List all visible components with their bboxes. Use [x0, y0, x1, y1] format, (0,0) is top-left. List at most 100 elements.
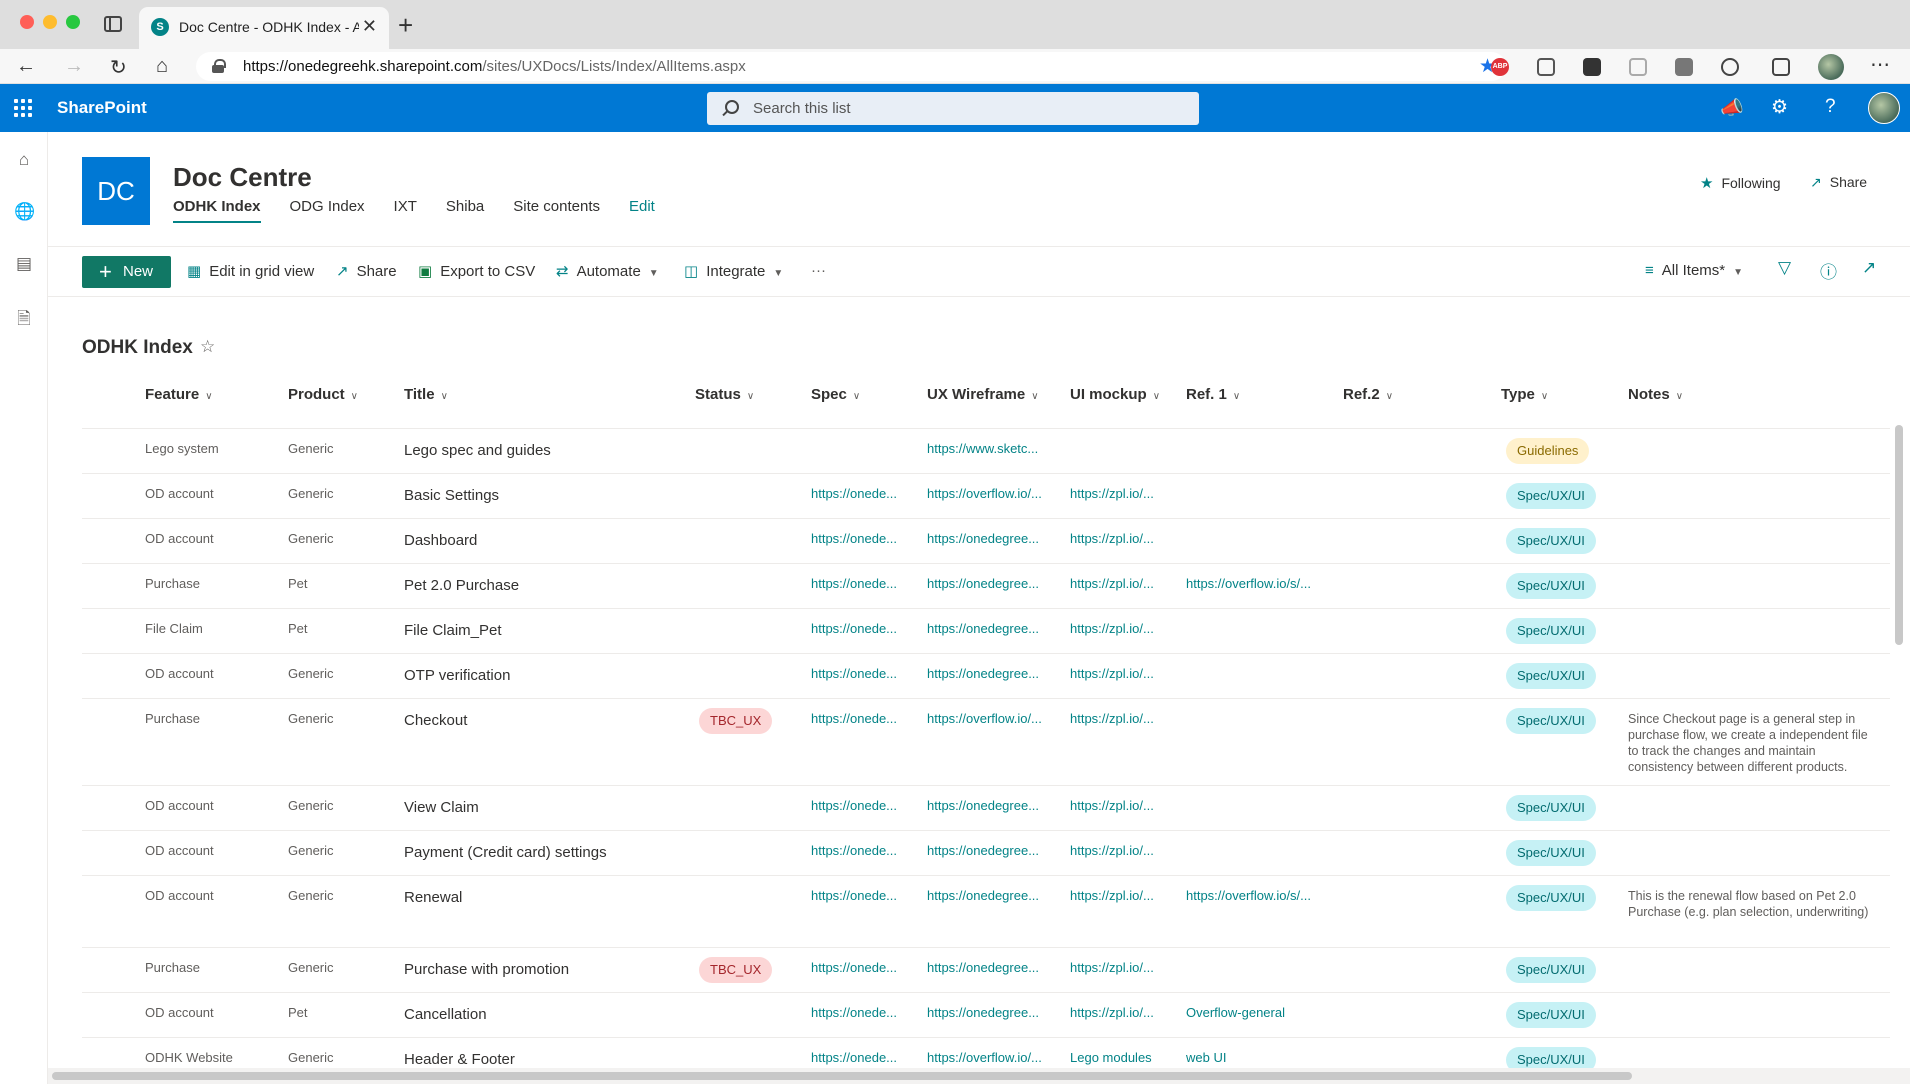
table-row[interactable]: Purchase Pet Pet 2.0 Purchase https://onede…: [82, 564, 1890, 609]
tab-overview-icon[interactable]: [104, 16, 122, 32]
column-header-type[interactable]: Type ∨: [1501, 386, 1548, 428]
cell-ux-link[interactable]: https://onedegree...: [927, 621, 1052, 636]
cell-title[interactable]: Header & Footer: [404, 1051, 684, 1068]
table-row[interactable]: OD account Generic Renewal https://onede...…: [82, 876, 1890, 948]
cell-ui-link[interactable]: https://zpl.io/...: [1070, 666, 1165, 681]
home-icon[interactable]: ⌂: [14, 150, 34, 170]
cell-title[interactable]: Payment (Credit card) settings: [404, 844, 684, 861]
horizontal-scrollbar[interactable]: [52, 1072, 1632, 1080]
user-avatar[interactable]: [1868, 92, 1900, 124]
close-window-button[interactable]: [20, 15, 34, 29]
cell-ui-link[interactable]: https://zpl.io/...: [1070, 531, 1165, 546]
refresh-icon[interactable]: ↻: [110, 55, 127, 80]
cell-spec-link[interactable]: https://onede...: [811, 798, 906, 813]
cell-ref1-link[interactable]: Overflow-general: [1186, 1005, 1326, 1020]
back-arrow-icon[interactable]: ←: [16, 55, 36, 78]
cell-ref1-link[interactable]: https://overflow.io/s/...: [1186, 576, 1326, 591]
cell-ref1-link[interactable]: https://overflow.io/s/...: [1186, 888, 1326, 903]
cell-spec-link[interactable]: https://onede...: [811, 531, 906, 546]
help-icon[interactable]: ?: [1825, 96, 1836, 118]
collections-icon[interactable]: [1772, 58, 1790, 76]
view-selector[interactable]: ≡ All Items* ▼: [1645, 262, 1743, 279]
app-launcher-icon[interactable]: [14, 99, 32, 117]
cell-spec-link[interactable]: https://onede...: [811, 1050, 906, 1065]
integrate-button[interactable]: ◫ Integrate ▼: [684, 262, 783, 280]
address-bar[interactable]: https://onedegreehk.sharepoint.com/sites…: [196, 52, 1506, 81]
column-header-spec[interactable]: Spec ∨: [811, 386, 860, 428]
table-row[interactable]: Purchase Generic Checkout TBC_UX https://one…: [82, 699, 1890, 786]
cell-ux-link[interactable]: https://overflow.io/...: [927, 1050, 1052, 1065]
share-command-button[interactable]: ↗ Share: [336, 262, 397, 280]
table-row[interactable]: OD account Generic OTP verification https:/…: [82, 654, 1890, 699]
cell-spec-link[interactable]: https://onede...: [811, 621, 906, 636]
cell-spec-link[interactable]: https://onede...: [811, 711, 906, 726]
table-row[interactable]: File Claim Pet File Claim_Pet https://onede…: [82, 609, 1890, 654]
cell-ui-link[interactable]: https://zpl.io/...: [1070, 711, 1165, 726]
cell-spec-link[interactable]: https://onede...: [811, 1005, 906, 1020]
cell-ui-link[interactable]: https://zpl.io/...: [1070, 1005, 1165, 1020]
favorite-star-icon[interactable]: ☆: [200, 337, 215, 357]
following-button[interactable]: ★ Following: [1700, 174, 1781, 192]
url-text[interactable]: https://onedegreehk.sharepoint.com/sites…: [243, 58, 746, 75]
cell-ux-link[interactable]: https://onedegree...: [927, 576, 1052, 591]
cell-title[interactable]: File Claim_Pet: [404, 622, 684, 639]
home-icon[interactable]: ⌂: [156, 55, 168, 78]
puzzle-extensions-icon[interactable]: [1721, 58, 1739, 76]
export-csv-button[interactable]: ▣ Export to CSV: [418, 262, 535, 280]
column-header-title[interactable]: Title ∨: [404, 386, 448, 428]
vertical-scrollbar[interactable]: [1895, 425, 1903, 645]
cell-ui-link[interactable]: Lego modules: [1070, 1050, 1165, 1065]
cell-ux-link[interactable]: https://overflow.io/...: [927, 486, 1052, 501]
column-header-ux-wireframe[interactable]: UX Wireframe ∨: [927, 386, 1039, 428]
cell-ux-link[interactable]: https://onedegree...: [927, 888, 1052, 903]
cell-title[interactable]: Renewal: [404, 889, 684, 906]
cell-spec-link[interactable]: https://onede...: [811, 888, 906, 903]
cell-spec-link[interactable]: https://onede...: [811, 486, 906, 501]
expand-icon[interactable]: ↗: [1862, 258, 1876, 278]
nav-odg-index[interactable]: ODG Index: [290, 198, 365, 223]
cell-ui-link[interactable]: https://zpl.io/...: [1070, 576, 1165, 591]
cell-spec-link[interactable]: https://onede...: [811, 576, 906, 591]
table-row[interactable]: OD account Generic Dashboard https://onede.…: [82, 519, 1890, 564]
cell-ux-link[interactable]: https://overflow.io/...: [927, 711, 1052, 726]
forward-arrow-icon[interactable]: →: [64, 55, 84, 78]
cell-ux-link[interactable]: https://onedegree...: [927, 960, 1052, 975]
cell-title[interactable]: Purchase with promotion: [404, 961, 684, 978]
table-row[interactable]: OD account Generic Payment (Credit card) s…: [82, 831, 1890, 876]
sharepoint-brand[interactable]: SharePoint: [57, 98, 147, 118]
cell-ux-link[interactable]: https://onedegree...: [927, 1005, 1052, 1020]
cell-ui-link[interactable]: https://zpl.io/...: [1070, 843, 1165, 858]
cell-ref1-link[interactable]: web UI: [1186, 1050, 1326, 1065]
cell-title[interactable]: Checkout: [404, 712, 684, 729]
more-menu-icon[interactable]: ⋯: [1870, 52, 1890, 77]
nav-ixt[interactable]: IXT: [394, 198, 417, 223]
table-row[interactable]: OD account Pet Cancellation https://onede..…: [82, 993, 1890, 1038]
news-icon[interactable]: ▤: [14, 254, 34, 274]
column-header-feature[interactable]: Feature ∨: [145, 386, 213, 428]
cell-spec-link[interactable]: https://onede...: [811, 666, 906, 681]
table-row[interactable]: Purchase Generic Purchase with promotion TB…: [82, 948, 1890, 993]
column-header-ui-mockup[interactable]: UI mockup ∨: [1070, 386, 1160, 428]
gear-icon[interactable]: ⚙: [1771, 96, 1788, 119]
cell-ui-link[interactable]: https://zpl.io/...: [1070, 486, 1165, 501]
table-row[interactable]: OD account Generic Basic Settings https://o…: [82, 474, 1890, 519]
site-title[interactable]: Doc Centre: [173, 162, 312, 193]
new-tab-button[interactable]: +: [398, 10, 413, 41]
search-input[interactable]: [753, 100, 1153, 117]
column-header-ref1[interactable]: Ref. 1 ∨: [1186, 386, 1240, 428]
nav-odhk-index[interactable]: ODHK Index: [173, 198, 261, 223]
browser-tab-active[interactable]: S Doc Centre - ODHK Index - All ✕: [139, 7, 389, 49]
edit-grid-view-button[interactable]: ▦ Edit in grid view: [187, 262, 314, 280]
filter-icon[interactable]: ▽: [1778, 258, 1791, 278]
nav-shiba[interactable]: Shiba: [446, 198, 484, 223]
extension-icon[interactable]: [1629, 58, 1647, 76]
cell-ui-link[interactable]: https://zpl.io/...: [1070, 621, 1165, 636]
search-box[interactable]: [707, 92, 1199, 125]
cell-spec-link[interactable]: https://onede...: [811, 960, 906, 975]
cell-ux-link[interactable]: https://onedegree...: [927, 798, 1052, 813]
cell-title[interactable]: Dashboard: [404, 532, 684, 549]
cell-title[interactable]: OTP verification: [404, 667, 684, 684]
cell-ui-link[interactable]: https://zpl.io/...: [1070, 798, 1165, 813]
site-logo[interactable]: DC: [82, 157, 150, 225]
extension-icon[interactable]: [1675, 58, 1693, 76]
